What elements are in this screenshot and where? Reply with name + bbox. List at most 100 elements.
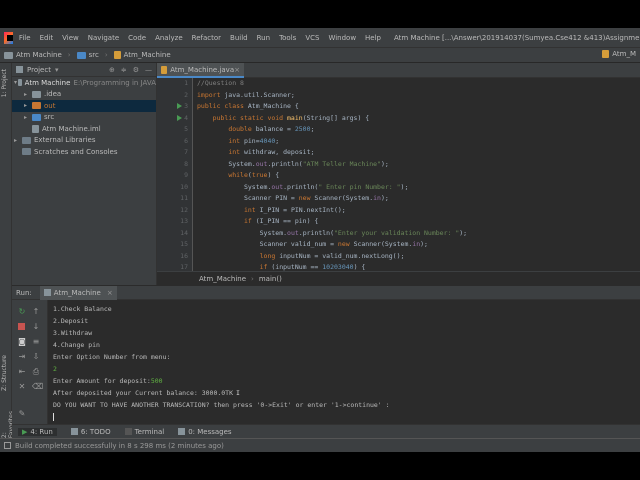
menu-vcs[interactable]: VCS [305, 34, 319, 42]
menu-window[interactable]: Window [328, 34, 356, 42]
run-console[interactable]: 1.Check Balance 2.Deposit 3.Withdraw 4.C… [48, 300, 640, 424]
keyword-token: double [228, 125, 252, 133]
editor-breadcrumb-class[interactable]: Atm_Machine [199, 275, 246, 283]
camera-icon[interactable]: ◙ [18, 338, 26, 346]
trash-icon[interactable]: ⌫ [32, 383, 43, 391]
menu-analyze[interactable]: Analyze [155, 34, 183, 42]
line-number: 3 [184, 102, 188, 110]
tree-item-project-root[interactable]: ▾ Atm Machine E:\Programming in JAVA [12, 77, 156, 89]
tree-item-external-libraries[interactable]: ▸ External Libraries [12, 135, 156, 147]
tab-run[interactable]: ▶ 4: Run [18, 427, 57, 436]
line-number: 15 [180, 240, 188, 248]
code-line: System.out.println("Enter your validatio… [197, 229, 467, 237]
editor-breadcrumb: Atm_Machine › main() [157, 271, 640, 285]
ide-window: File Edit View Navigate Code Analyze Ref… [0, 28, 640, 452]
collapsed-arrow-icon: ▸ [24, 102, 28, 110]
code-token: ); [459, 228, 468, 237]
editor-breadcrumb-method[interactable]: main() [259, 275, 282, 283]
dropdown-icon[interactable]: ▾ [55, 66, 59, 74]
close-icon[interactable]: ✕ [18, 383, 26, 391]
editor-tab-atm-machine[interactable]: Atm_Machine.java × [157, 63, 244, 78]
gear-icon[interactable]: ⚙ [133, 66, 139, 74]
console-input-line[interactable] [53, 413, 54, 421]
code-line: public static void main(String[] args) { [197, 114, 370, 122]
line-number: 6 [184, 136, 188, 145]
breadcrumb-src[interactable]: src [76, 51, 99, 59]
print-icon[interactable]: ⎙ [32, 368, 40, 376]
exit-icon[interactable]: ⇤ [18, 368, 26, 376]
tab-terminal[interactable]: Terminal [124, 428, 164, 436]
project-tool-tab[interactable]: 1: Project [1, 69, 8, 97]
pin-icon[interactable]: ✎ [18, 410, 26, 418]
menu-navigate[interactable]: Navigate [88, 34, 119, 42]
line-number: 2 [184, 90, 188, 99]
run-config-icon [43, 289, 51, 296]
collapse-icon[interactable]: ≑ [121, 66, 127, 74]
soft-wrap-icon[interactable]: ≡ [32, 338, 40, 346]
scroll-up-icon[interactable]: ↑ [32, 308, 40, 316]
line-number: 17 [180, 263, 188, 271]
project-panel: Project ▾ ⊕ ≑ ⚙ — ▾ Atm Machine E:\Progr… [12, 63, 157, 285]
breadcrumb-project[interactable]: Atm Machine [4, 51, 62, 59]
menu-file[interactable]: File [19, 34, 31, 42]
console-caret [53, 413, 54, 421]
tree-item-idea[interactable]: ▸ .idea [12, 89, 156, 101]
module-file-icon [32, 124, 39, 133]
line-number: 4 [184, 113, 188, 122]
run-configuration-label: Atm_M [612, 50, 636, 58]
line-number: 16 [180, 251, 188, 260]
breadcrumb-class[interactable]: Atm_Machine [113, 51, 171, 59]
tree-item-iml[interactable]: Atm Machine.iml [12, 123, 156, 135]
source-folder-icon [76, 51, 86, 59]
menu-run[interactable]: Run [257, 34, 270, 42]
menu-code[interactable]: Code [128, 34, 146, 42]
tool-windows-icon[interactable] [4, 442, 11, 449]
menu-tools[interactable]: Tools [279, 34, 296, 42]
tree-item-src[interactable]: ▸ src [12, 112, 156, 124]
run-class-gutter-icon[interactable] [177, 103, 182, 109]
number-token: 10203040 [322, 263, 354, 271]
keyword-token: public class [197, 102, 244, 110]
code-line: int withdraw, deposit; [197, 148, 314, 156]
tab-todo[interactable]: 6: TODO [70, 428, 111, 436]
menu-edit[interactable]: Edit [40, 34, 54, 42]
scroll-to-end-icon[interactable]: ⇩ [32, 353, 40, 361]
field-token: out [271, 182, 284, 191]
menu-view[interactable]: View [62, 34, 79, 42]
collapsed-arrow-icon: ▸ [24, 90, 28, 98]
project-panel-title[interactable]: Project [27, 66, 51, 74]
restore-layout-icon[interactable]: ⇥ [18, 353, 26, 361]
tree-item-out[interactable]: ▸ out [12, 100, 156, 112]
run-configuration-selector[interactable]: Atm_M [602, 50, 636, 58]
run-main-gutter-icon[interactable] [177, 114, 182, 121]
run-icon: ▶ [22, 427, 28, 436]
menu-refactor[interactable]: Refactor [192, 34, 221, 42]
menu-help[interactable]: Help [365, 34, 381, 42]
status-bar: Build completed successfully in 8 s 298 … [0, 438, 640, 452]
screen-frame: File Edit View Navigate Code Analyze Ref… [0, 0, 640, 480]
menu-build[interactable]: Build [230, 34, 248, 42]
run-tab-atm-machine[interactable]: Atm_Machine × [39, 285, 117, 300]
scroll-down-icon[interactable]: ↓ [32, 323, 40, 331]
close-icon[interactable]: × [107, 289, 113, 297]
code-line: System.out.println(" Enter pin Number: "… [197, 183, 408, 191]
tree-item-scratches[interactable]: Scratches and Consoles [12, 146, 156, 158]
navigation-bar: Atm Machine › src › Atm_Machine Atm_M [0, 48, 640, 63]
project-view-icon [16, 66, 23, 73]
line-number: 1 [184, 79, 188, 87]
field-token: in [412, 240, 421, 248]
tree-item-label: .idea [44, 90, 62, 99]
stop-icon[interactable] [18, 323, 25, 330]
rerun-icon[interactable]: ↻ [18, 308, 26, 316]
tree-item-label: out [44, 101, 56, 110]
keyword-token: import [197, 90, 221, 99]
code-editor[interactable]: //Question 8 import java.util.Scanner; p… [194, 78, 640, 271]
tab-messages[interactable]: 0: Messages [178, 428, 232, 436]
structure-tool-tab[interactable]: Z: Structure [1, 355, 8, 391]
hide-icon[interactable]: — [145, 66, 152, 74]
locate-icon[interactable]: ⊕ [109, 66, 115, 74]
code-line: System.out.println("ATM Teller Machine")… [197, 160, 389, 168]
code-line: int pin=4040; [228, 136, 280, 145]
close-icon[interactable]: × [234, 66, 240, 74]
breadcrumb-separator: › [104, 51, 108, 59]
